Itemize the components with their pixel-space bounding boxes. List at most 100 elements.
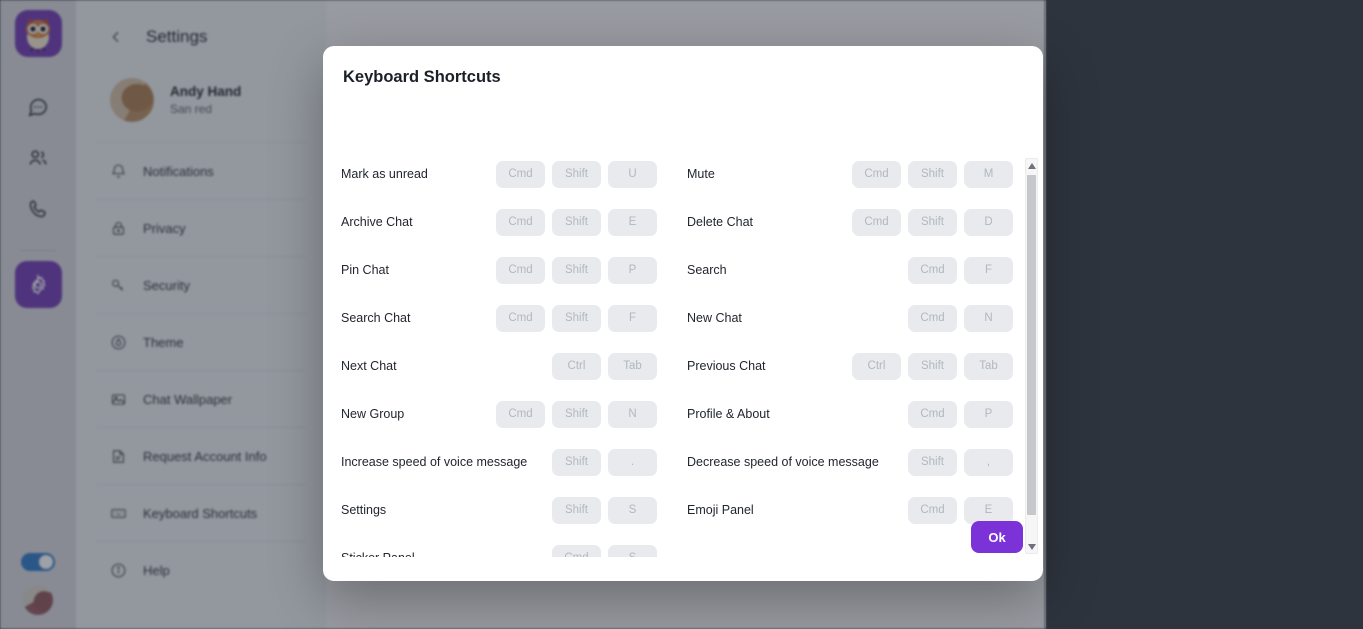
dialog-footer: Ok [323, 511, 1043, 581]
sidebar-item-notifications[interactable]: Notifications [96, 142, 306, 199]
table-row: Archive Chat Cmd Shift E Delete Chat Cmd Shift… [323, 198, 1043, 246]
key-cap: Cmd [496, 208, 545, 236]
sidebar-item-label: Security [143, 277, 190, 293]
table-row: Mark as unread Cmd Shift U Mute Cmd Shift M [323, 150, 1043, 198]
shortcut-label: Search [665, 263, 865, 277]
shortcut-label-text: Search Chat [341, 311, 411, 325]
rail-icon-chats[interactable] [15, 83, 62, 130]
sidebar-item-security[interactable]: Security [96, 256, 306, 313]
shortcut-label: Profile & About [665, 407, 865, 421]
shortcut-keys: Shift, [865, 448, 1021, 476]
rail-icon-settings[interactable] [14, 261, 62, 308]
key-cap: Shift [552, 448, 601, 476]
sidebar-item-label: Notifications [143, 163, 214, 179]
key-cap: Shift [552, 400, 601, 428]
key-cap: M [964, 160, 1013, 188]
page-title: Settings [146, 27, 208, 46]
profile-name: Andy Hand [170, 84, 242, 99]
sidebar-item-privacy[interactable]: Privacy [96, 199, 306, 256]
shortcut-keys: Cmd Shift U [496, 160, 665, 188]
rail-divider [20, 250, 56, 251]
shortcut-keys: Cmd Shift P [496, 256, 665, 284]
shortcut-keys: Cmd Shift F [496, 304, 665, 332]
key-cap: E [608, 208, 657, 236]
shortcut-label-text: Previous Chat [687, 359, 766, 373]
shortcut-label: Search Chat [323, 311, 509, 325]
keyboard-icon [110, 505, 127, 522]
rail-user-avatar[interactable] [23, 585, 53, 615]
key-cap: N [964, 304, 1013, 332]
caret-up-icon[interactable] [1026, 159, 1037, 172]
image-icon [110, 391, 127, 408]
shortcut-label-text: New Chat [687, 311, 742, 325]
shortcut-label: Archive Chat [323, 215, 509, 229]
key-cap: Shift [552, 304, 601, 332]
shortcut-keys: Ctrl Shift Tab [852, 352, 1021, 380]
rail-icon-calls[interactable] [15, 185, 62, 232]
sidebar-item-request-account-info[interactable]: Request Account Info [96, 427, 306, 484]
shortcuts-list: Mark as unread Cmd Shift U Mute Cmd Shift M Arch… [323, 150, 1043, 557]
ok-button[interactable]: Ok [971, 521, 1023, 553]
profile-row[interactable]: Andy Hand San red [96, 74, 306, 142]
sidebar-item-label: Theme [143, 334, 184, 350]
shortcut-keys: Cmd F [865, 256, 1021, 284]
droplet-icon [110, 334, 127, 351]
key-cap: Cmd [496, 400, 545, 428]
dialog-title: Keyboard Shortcuts [343, 68, 501, 86]
sidebar-item-theme[interactable]: Theme [96, 313, 306, 370]
sidebar-item-label: Keyboard Shortcuts [143, 505, 258, 521]
shortcut-keys: Shift. [509, 448, 665, 476]
table-row: Pin Chat Cmd Shift P Search Cmd F [323, 246, 1043, 294]
settings-panel: Settings Andy Hand San red Notifications [76, 0, 326, 629]
chevron-left-icon[interactable] [108, 29, 124, 45]
key-cap: Shift [552, 256, 601, 284]
shortcut-label-text: Decrease speed of voice message [687, 455, 879, 469]
shortcut-label-text: Increase speed of voice message [341, 455, 528, 469]
shortcut-label: Pin Chat [323, 263, 509, 277]
key-cap: U [608, 160, 657, 188]
shortcut-label: Delete Chat [665, 215, 865, 229]
shortcut-keys: Cmd P [865, 400, 1021, 428]
shortcut-label-text: Pin Chat [341, 263, 389, 277]
scrollbar[interactable] [1025, 158, 1038, 554]
shortcut-label-text: Search [687, 263, 727, 277]
key-cap: N [608, 400, 657, 428]
shortcut-label-text: Next Chat [341, 359, 397, 373]
key-cap: . [608, 448, 657, 476]
key-cap: F [964, 256, 1013, 284]
bell-icon [110, 163, 127, 180]
table-row: Increase speed of voice message Shift. Dec… [323, 438, 1043, 486]
rail-icon-contacts[interactable] [15, 134, 62, 181]
scrollbar-thumb[interactable] [1027, 175, 1036, 515]
sidebar-item-chat-wallpaper[interactable]: Chat Wallpaper [96, 370, 306, 427]
shortcuts-scroll-area[interactable]: Mark as unread Cmd Shift U Mute Cmd Shift M Arch… [323, 150, 1043, 557]
key-cap: Cmd [496, 304, 545, 332]
shortcut-keys: Cmd N [865, 304, 1021, 332]
profile-status: San red [170, 102, 213, 116]
key-cap: Cmd [496, 256, 545, 284]
shortcut-keys: Ctrl Tab [509, 352, 665, 380]
shortcut-label-text: Delete Chat [687, 215, 754, 229]
table-row: Next Chat Ctrl Tab Previous Chat Ctrl Shift Ta… [323, 342, 1043, 390]
theme-toggle[interactable] [21, 553, 55, 571]
table-row: Search Chat Cmd Shift F New Chat Cmd N [323, 294, 1043, 342]
key-cap: Shift [908, 448, 957, 476]
shortcut-keys: Cmd Shift N [496, 400, 665, 428]
shortcut-keys: Cmd Shift E [496, 208, 665, 236]
shortcut-label-text: New Group [341, 407, 405, 421]
shortcut-label: Previous Chat [665, 359, 865, 373]
key-cap: Cmd [908, 304, 957, 332]
table-row: New Group Cmd Shift N Profile & About Cmd P [323, 390, 1043, 438]
icon-rail [0, 0, 76, 629]
key-cap: P [608, 256, 657, 284]
shortcut-label: New Group [323, 407, 509, 421]
key-cap: Shift [908, 208, 957, 236]
sidebar-item-label: Help [143, 562, 170, 578]
sidebar-item-help[interactable]: Help [96, 541, 306, 598]
key-cap: Tab [608, 352, 657, 380]
keyboard-shortcuts-dialog: Keyboard Shortcuts Mark as unread Cmd Shif… [323, 46, 1043, 581]
owl-logo-icon[interactable] [14, 10, 62, 57]
shortcut-label-text: Archive Chat [341, 215, 413, 229]
sidebar-item-keyboard-shortcuts[interactable]: Keyboard Shortcuts [96, 484, 306, 541]
settings-header: Settings [96, 0, 306, 74]
